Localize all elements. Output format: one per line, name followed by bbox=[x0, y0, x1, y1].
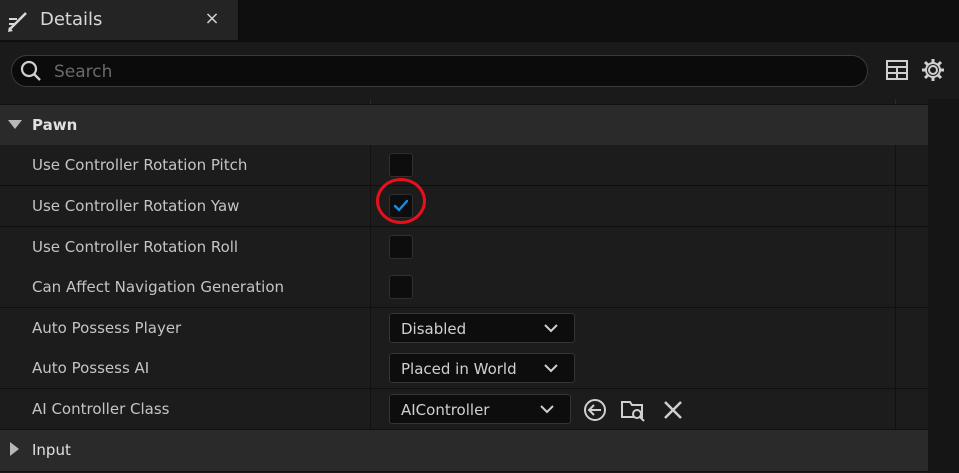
expand-arrow-icon[interactable] bbox=[10, 442, 19, 456]
property-matrix-icon[interactable] bbox=[885, 58, 909, 82]
column-divider bbox=[370, 308, 371, 348]
category-label: Pawn bbox=[32, 116, 78, 134]
scrollbar-track[interactable] bbox=[928, 99, 959, 473]
clear-icon[interactable] bbox=[660, 397, 686, 423]
checkmark-icon bbox=[393, 199, 409, 212]
auto-possess-player-dropdown[interactable]: Disabled bbox=[389, 313, 575, 343]
tab-details[interactable]: Details × bbox=[0, 0, 239, 40]
search-box[interactable] bbox=[11, 55, 868, 87]
property-row-ai-controller-class: AI Controller Class AIController bbox=[0, 389, 928, 430]
details-panel: Pawn Use Controller Rotation Pitch Use C… bbox=[0, 99, 928, 473]
details-panel-window: Details × Search Pawn Use Controller Rot… bbox=[0, 0, 959, 473]
property-label: Auto Possess Player bbox=[32, 319, 182, 337]
browse-asset-icon[interactable] bbox=[620, 397, 646, 423]
property-row-use-controller-rotation-yaw: Use Controller Rotation Yaw bbox=[0, 186, 928, 227]
column-divider bbox=[895, 267, 896, 307]
search-icon bbox=[20, 60, 41, 81]
close-icon[interactable]: × bbox=[203, 8, 221, 30]
property-row-auto-possess-player: Auto Possess Player Disabled bbox=[0, 308, 928, 349]
column-divider bbox=[370, 389, 371, 429]
details-toolbar bbox=[0, 42, 959, 99]
property-label: Use Controller Rotation Pitch bbox=[32, 156, 248, 174]
property-label: Can Affect Navigation Generation bbox=[32, 278, 285, 296]
category-pawn[interactable]: Pawn bbox=[0, 104, 928, 147]
use-controller-rotation-roll-checkbox[interactable] bbox=[389, 235, 413, 259]
category-input[interactable]: Input bbox=[0, 429, 928, 472]
property-row-use-controller-rotation-roll: Use Controller Rotation Roll bbox=[0, 227, 928, 268]
column-divider bbox=[370, 186, 371, 226]
search-input[interactable] bbox=[52, 58, 856, 86]
dropdown-value: AIController bbox=[401, 401, 490, 419]
can-affect-navigation-generation-checkbox[interactable] bbox=[389, 275, 413, 299]
use-controller-rotation-pitch-checkbox[interactable] bbox=[389, 153, 413, 177]
property-label: Auto Possess AI bbox=[32, 359, 150, 377]
column-divider bbox=[370, 267, 371, 307]
use-selected-asset-icon[interactable] bbox=[582, 397, 608, 423]
column-divider bbox=[895, 227, 896, 267]
settings-gear-icon[interactable] bbox=[921, 58, 945, 82]
category-label: Input bbox=[32, 441, 71, 459]
column-divider bbox=[370, 145, 371, 185]
chevron-down-icon bbox=[540, 405, 554, 414]
property-row-auto-possess-ai: Auto Possess AI Placed in World bbox=[0, 348, 928, 389]
column-divider bbox=[895, 186, 896, 226]
chevron-down-icon bbox=[544, 324, 558, 333]
ai-controller-class-dropdown[interactable]: AIController bbox=[389, 394, 571, 424]
edit-pencil-icon bbox=[8, 12, 27, 32]
property-row-use-controller-rotation-pitch: Use Controller Rotation Pitch bbox=[0, 145, 928, 186]
property-label: Use Controller Rotation Roll bbox=[32, 238, 239, 256]
tab-title: Details bbox=[40, 9, 103, 30]
dropdown-value: Placed in World bbox=[401, 360, 517, 378]
column-divider bbox=[370, 227, 371, 267]
column-divider bbox=[895, 389, 896, 429]
column-divider bbox=[895, 308, 896, 348]
use-controller-rotation-yaw-checkbox[interactable] bbox=[389, 194, 413, 218]
property-row-can-affect-navigation-generation: Can Affect Navigation Generation bbox=[0, 267, 928, 308]
property-label: Use Controller Rotation Yaw bbox=[32, 197, 240, 215]
column-divider bbox=[895, 348, 896, 388]
expand-arrow-icon[interactable] bbox=[8, 120, 22, 129]
column-divider bbox=[895, 145, 896, 185]
tab-bar: Details × bbox=[0, 0, 959, 42]
dropdown-value: Disabled bbox=[401, 320, 467, 338]
auto-possess-ai-dropdown[interactable]: Placed in World bbox=[389, 353, 575, 383]
column-divider bbox=[370, 348, 371, 388]
chevron-down-icon bbox=[544, 364, 558, 373]
property-label: AI Controller Class bbox=[32, 400, 170, 418]
